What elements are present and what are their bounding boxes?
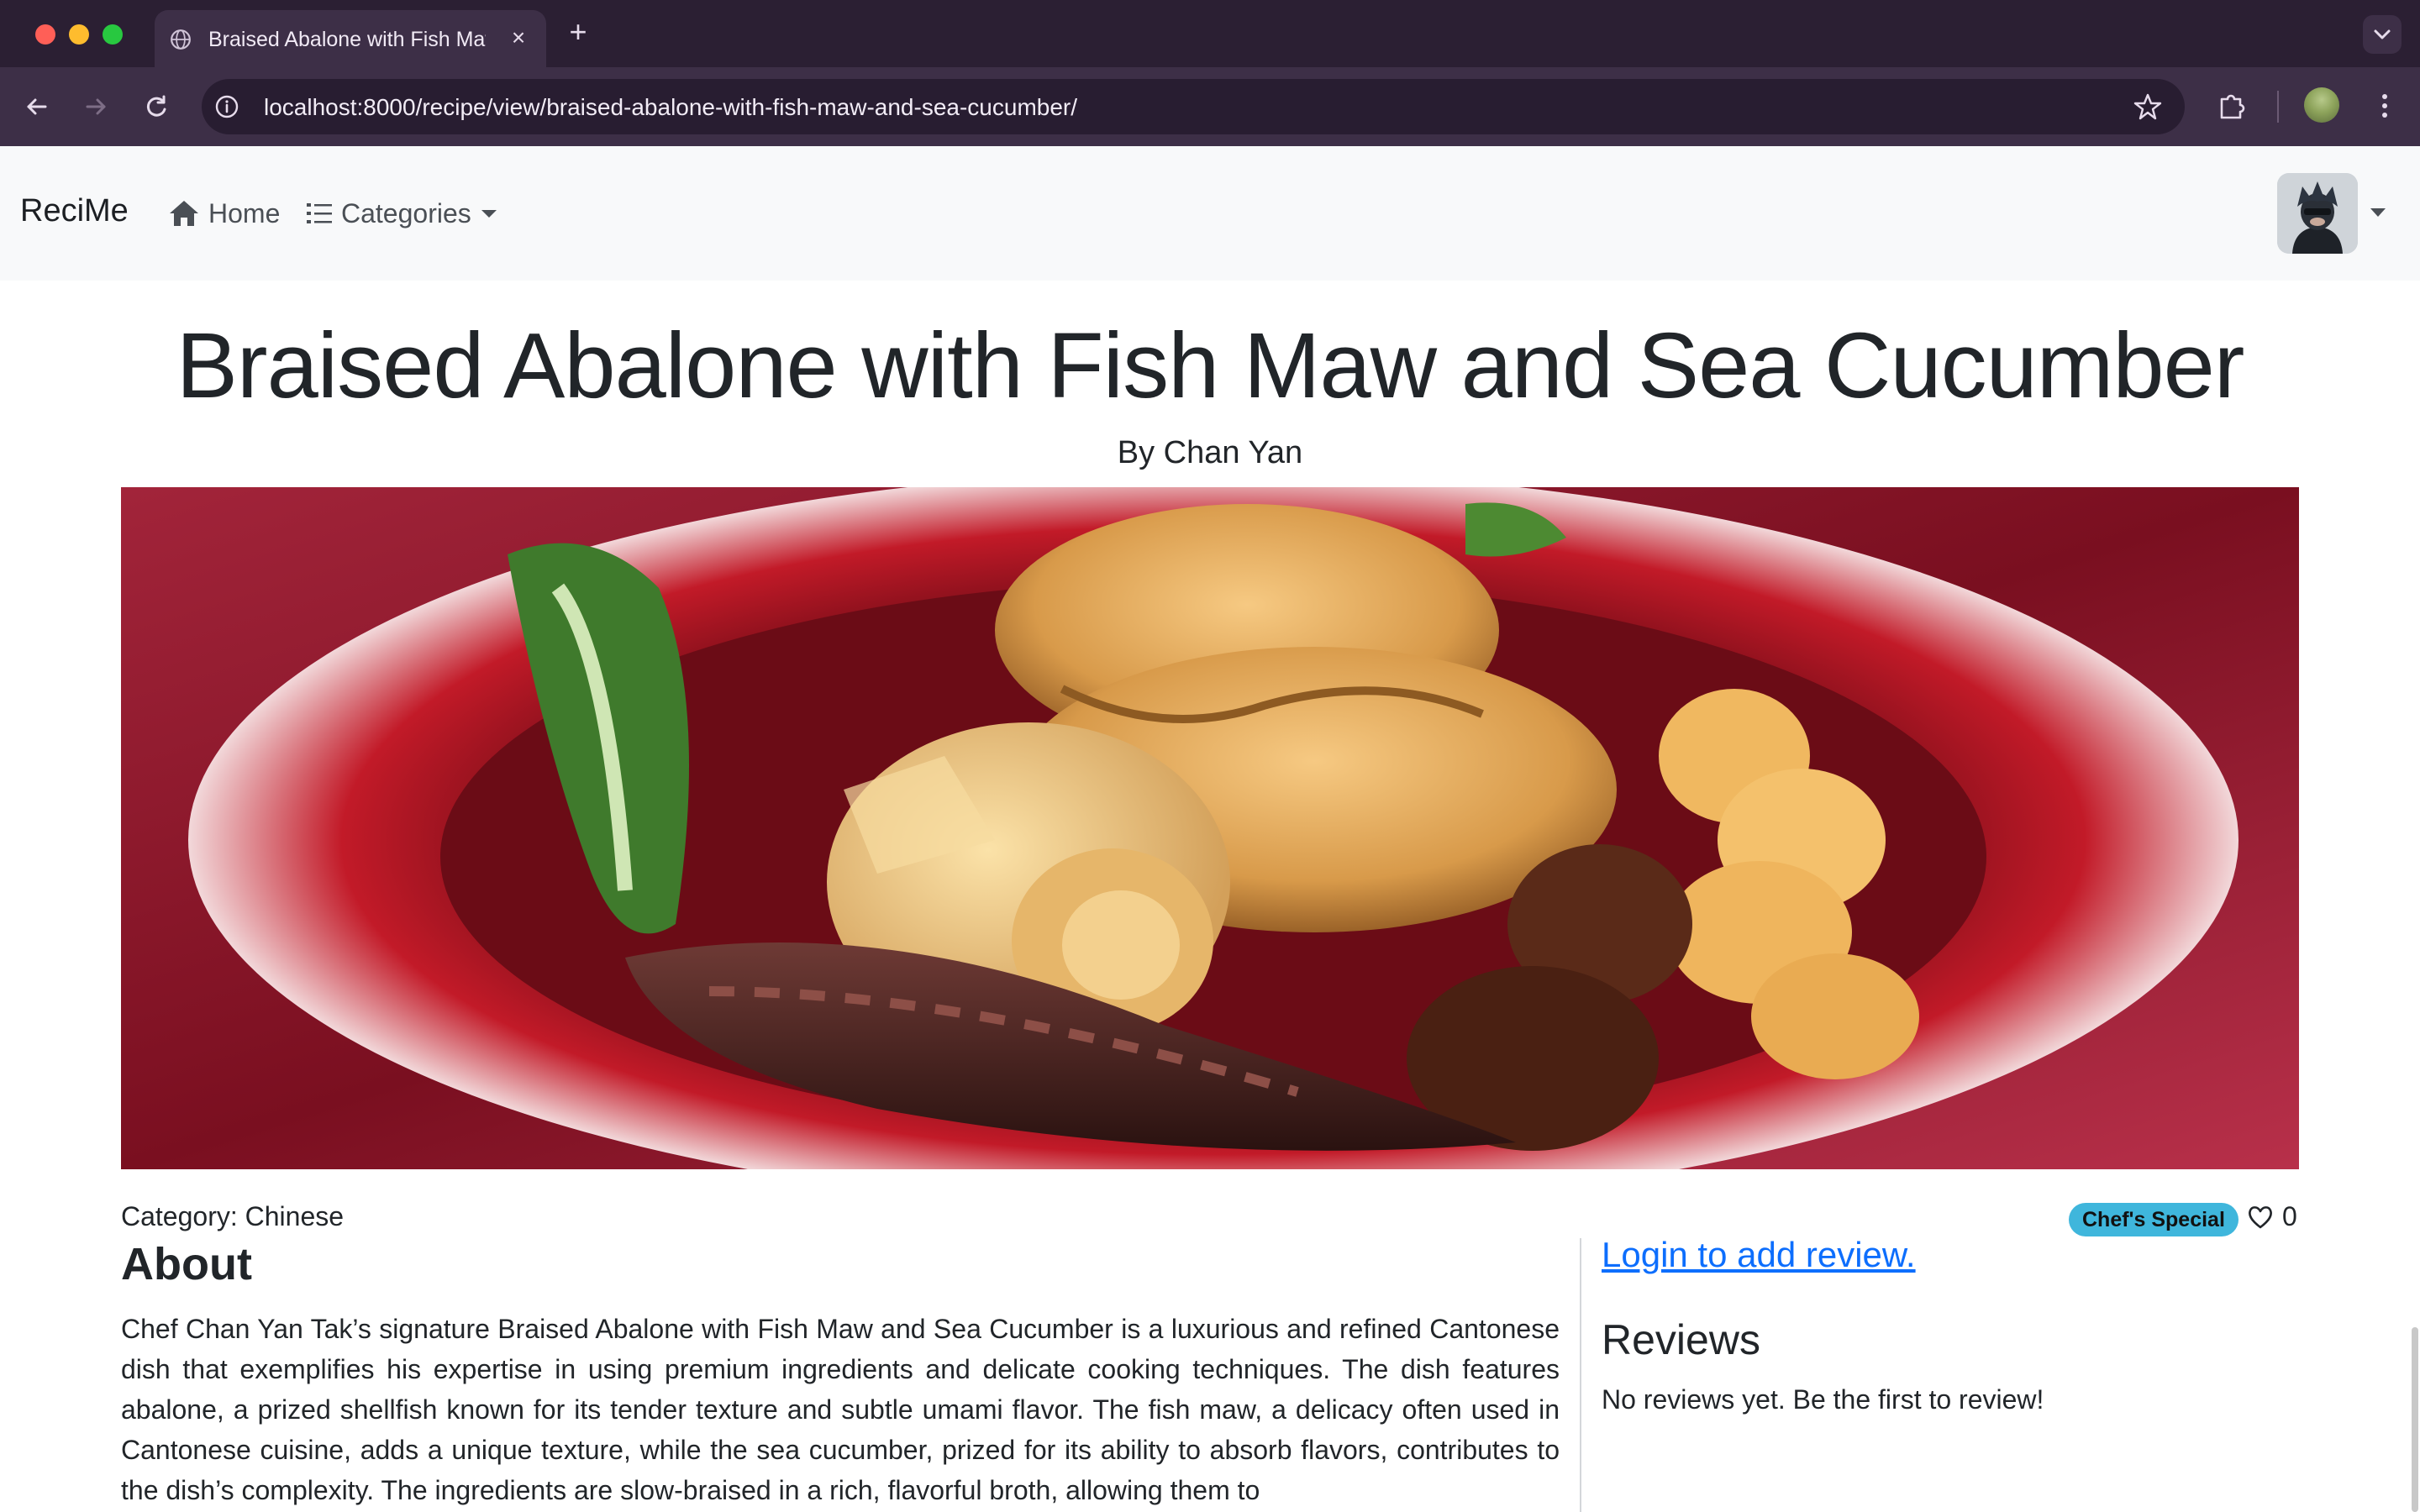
forward-arrow-icon[interactable] (77, 88, 114, 125)
site-navbar: ReciMe Home Categories (0, 146, 2420, 281)
list-icon (307, 203, 332, 223)
globe-icon (171, 29, 191, 50)
tab-search-button[interactable] (2363, 15, 2402, 54)
recipe-author: By Chan Yan (1117, 435, 1303, 470)
chefs-special-badge: Chef's Special (2069, 1203, 2238, 1236)
url-text[interactable]: localhost:8000/recipe/view/braised-abalo… (264, 94, 1077, 121)
nav-home-label: Home (208, 197, 281, 228)
browser-profile-avatar[interactable] (2304, 87, 2339, 123)
user-menu-caret-icon[interactable] (2370, 207, 2386, 218)
dish-photo (121, 487, 2299, 1169)
heart-icon (2249, 1205, 2272, 1228)
nav-home-link[interactable]: Home (168, 195, 280, 232)
caret-down-icon (481, 210, 497, 218)
reviews-empty-message: No reviews yet. Be the first to review! (1602, 1384, 2044, 1415)
back-arrow-icon[interactable] (18, 88, 55, 125)
tab-title: Braised Abalone with Fish Maw and Sea Cu… (208, 28, 486, 51)
login-to-review-link[interactable]: Login to add review. (1602, 1235, 1916, 1275)
toolbar-divider (2277, 91, 2279, 123)
brand-logo[interactable]: ReciMe (20, 193, 129, 229)
recipe-hero-image (121, 487, 2299, 1169)
close-tab-icon[interactable]: × (506, 25, 531, 50)
recipe-category: Category: Chinese (121, 1201, 345, 1231)
more-menu-icon[interactable] (2370, 89, 2400, 123)
nav-categories-label: Categories (341, 197, 471, 228)
like-count: 0 (2282, 1201, 2297, 1231)
chevron-down-icon (2374, 29, 2391, 39)
nav-categories-dropdown[interactable]: Categories (306, 195, 498, 232)
avatar-image (2277, 173, 2358, 254)
browser-tab-bar: Braised Abalone with Fish Maw and Sea Cu… (0, 0, 2420, 67)
window-maximize-button[interactable] (103, 24, 123, 45)
reload-icon[interactable] (138, 88, 175, 125)
browser-toolbar: localhost:8000/recipe/view/braised-abalo… (0, 67, 2420, 146)
window-close-button[interactable] (35, 24, 55, 45)
browser-tab-active[interactable]: Braised Abalone with Fish Maw and Sea Cu… (155, 10, 546, 67)
page-scrollbar[interactable] (2412, 1327, 2418, 1512)
new-tab-icon[interactable]: + (563, 17, 593, 47)
about-text: Chef Chan Yan Tak’s signature Braised Ab… (121, 1314, 1560, 1505)
like-button[interactable]: 0 (2247, 1201, 2297, 1232)
window-minimize-button[interactable] (69, 24, 89, 45)
bookmark-star-icon[interactable] (2133, 92, 2163, 122)
address-bar[interactable]: localhost:8000/recipe/view/braised-abalo… (202, 79, 2185, 134)
column-divider (1580, 1238, 1581, 1512)
recipe-title: Braised Abalone with Fish Maw and Sea Cu… (176, 314, 2245, 417)
home-icon (170, 201, 198, 226)
reviews-heading: Reviews (1602, 1316, 1760, 1363)
site-info-icon[interactable] (213, 93, 240, 120)
extensions-puzzle-icon[interactable] (2215, 89, 2249, 123)
user-avatar[interactable] (2277, 173, 2358, 254)
about-heading: About (121, 1239, 252, 1289)
